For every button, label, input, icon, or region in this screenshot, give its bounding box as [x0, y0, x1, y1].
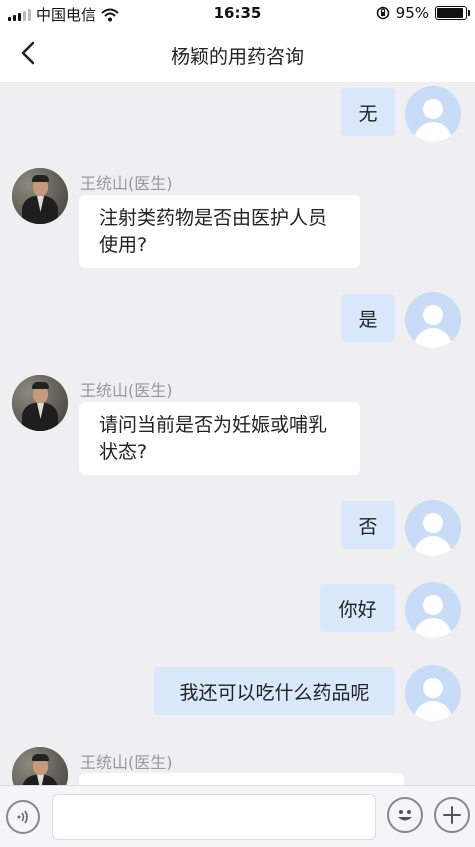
message-user: 否: [0, 496, 475, 558]
emoji-icon: [398, 810, 412, 821]
message-input[interactable]: [52, 794, 376, 840]
voice-icon: [17, 810, 28, 824]
message-doctor: 王统山(医生): [0, 747, 475, 785]
doctor-avatar[interactable]: [12, 375, 68, 431]
message-user: 是: [0, 288, 475, 350]
doctor-name: 王统山(医生): [80, 753, 173, 772]
status-bar: 中国电信 16:35 95%: [0, 0, 475, 26]
plus-icon: [443, 806, 461, 824]
message-doctor: 王统山(医生) 请问当前是否为妊娠或哺乳状态?: [0, 375, 475, 485]
message-bubble[interactable]: 无: [341, 88, 395, 136]
message-user: 无: [0, 82, 475, 144]
doctor-name: 王统山(医生): [80, 174, 173, 193]
emoji-button[interactable]: [387, 797, 423, 833]
voice-button[interactable]: [6, 800, 40, 834]
message-bubble[interactable]: 是: [341, 294, 395, 342]
battery-percent: 95%: [395, 4, 429, 22]
message-bubble[interactable]: 你好: [320, 584, 395, 632]
message-bubble[interactable]: 注射类药物是否由医护人员使用?: [79, 195, 360, 268]
input-bar: [0, 785, 475, 847]
doctor-name: 王统山(医生): [80, 381, 173, 400]
nav-bar: 杨颖的用药咨询: [0, 26, 475, 82]
doctor-avatar[interactable]: [12, 747, 68, 785]
message-bubble[interactable]: 否: [341, 501, 395, 549]
chat-list[interactable]: 无 王统山(医生) 注射类药物是否由医护人员使用? 是 王统山(医生) 请问当前…: [0, 82, 475, 785]
user-avatar[interactable]: [405, 665, 461, 721]
page-title: 杨颖的用药咨询: [170, 46, 304, 68]
user-avatar[interactable]: [405, 500, 461, 556]
user-avatar[interactable]: [405, 292, 461, 348]
message-bubble[interactable]: 我还可以吃什么药品呢: [154, 667, 395, 715]
doctor-avatar[interactable]: [12, 168, 68, 224]
message-bubble[interactable]: [79, 773, 404, 785]
user-avatar[interactable]: [405, 86, 461, 142]
add-button[interactable]: [434, 797, 470, 833]
status-right: 95%: [376, 4, 470, 22]
user-avatar[interactable]: [405, 582, 461, 638]
message-bubble[interactable]: 请问当前是否为妊娠或哺乳状态?: [79, 402, 360, 475]
message-user: 我还可以吃什么药品呢: [0, 661, 475, 723]
battery-icon: [435, 6, 470, 20]
orientation-lock-icon: [376, 6, 389, 20]
message-doctor: 王统山(医生) 注射类药物是否由医护人员使用?: [0, 168, 475, 278]
message-user: 你好: [0, 578, 475, 640]
